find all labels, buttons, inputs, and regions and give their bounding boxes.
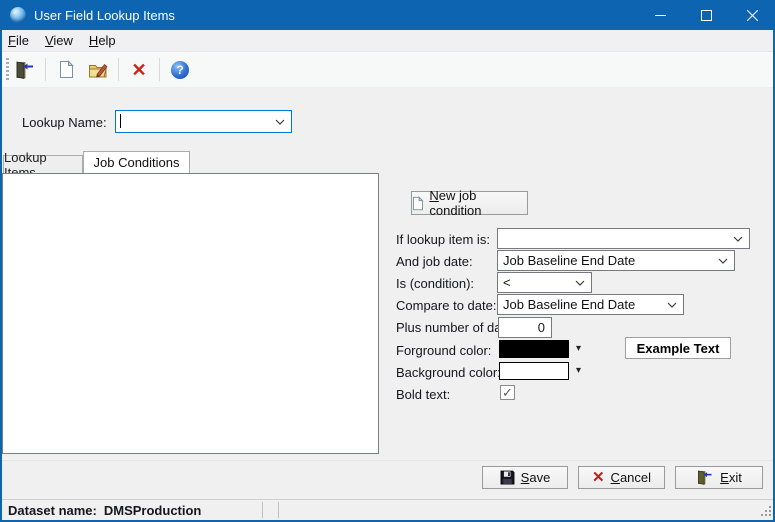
condition-value: < [503,275,511,290]
foreground-color-dropdown[interactable]: ▾ [571,340,586,358]
job-date-label: And job date: [396,254,473,269]
compare-date-combobox[interactable]: Job Baseline End Date [497,294,684,315]
exit-door-icon [696,469,714,486]
help-icon: ? [171,61,189,79]
days-value: 0 [538,320,545,335]
check-icon: ✓ [502,386,513,399]
save-button[interactable]: Save [482,466,568,489]
close-icon [747,10,758,21]
cancel-button[interactable]: ✕ Cancel [578,466,665,489]
toolbar-separator [45,58,46,81]
statusbar-separator [278,502,279,518]
toolbar: ✕ ? [0,52,775,88]
menubar: File View Help [0,30,775,52]
dropdown-arrow-icon: ▾ [576,365,581,376]
toolbar-new-button[interactable] [51,56,81,84]
maximize-button[interactable] [683,0,729,30]
statusbar-separator [262,502,263,518]
dataset-status: Dataset name: DMSProduction [8,503,201,518]
compare-date-value: Job Baseline End Date [503,297,635,312]
foreground-color-swatch[interactable] [499,340,569,358]
window-title: User Field Lookup Items [34,8,175,23]
job-conditions-listbox[interactable] [2,173,379,454]
cancel-x-icon: ✕ [592,470,605,485]
new-job-condition-button[interactable]: New job condition [411,191,528,215]
chevron-down-icon [667,302,677,308]
compare-date-label: Compare to date: [396,298,496,313]
new-document-icon [58,60,74,79]
chevron-down-icon [575,280,585,286]
example-text-preview: Example Text [625,337,731,359]
statusbar: Dataset name: DMSProduction [0,499,775,520]
job-date-value: Job Baseline End Date [503,253,635,268]
menu-view[interactable]: View [37,30,81,51]
resize-grip-icon[interactable] [759,504,771,516]
toolbar-separator [159,58,160,81]
close-button[interactable] [729,0,775,30]
app-icon [10,7,26,23]
chevron-down-icon [718,258,728,264]
lookup-item-combobox[interactable] [497,228,750,249]
delete-x-icon: ✕ [131,61,146,79]
window-controls [637,0,775,30]
text-caret [120,114,121,128]
chevron-down-icon [275,119,285,125]
job-date-combobox[interactable]: Job Baseline End Date [497,250,735,271]
background-color-dropdown[interactable]: ▾ [571,362,586,380]
menu-file[interactable]: File [0,30,37,51]
condition-label: Is (condition): [396,276,474,291]
lookup-name-combobox[interactable] [115,110,292,133]
condition-combobox[interactable]: < [497,272,592,293]
foreground-color-label: Forground color: [396,343,491,358]
toolbar-separator [118,58,119,81]
toolbar-grip[interactable] [6,58,9,82]
background-color-swatch[interactable] [499,362,569,380]
toolbar-open-button[interactable] [83,56,113,84]
maximize-icon [701,10,712,21]
open-folder-edit-icon [88,61,109,79]
exit-button[interactable]: Exit [675,466,763,489]
minimize-button[interactable] [637,0,683,30]
lookup-item-label: If lookup item is: [396,232,490,247]
bold-text-label: Bold text: [396,387,450,402]
new-document-icon [412,196,423,211]
toolbar-help-button[interactable]: ? [165,56,195,84]
dropdown-arrow-icon: ▾ [576,343,581,354]
minimize-icon [655,10,666,21]
toolbar-delete-button[interactable]: ✕ [124,56,154,84]
save-floppy-icon [500,470,515,485]
tab-lookup-items[interactable]: Lookup Items [3,155,83,173]
tab-job-conditions[interactable]: Job Conditions [83,151,190,173]
titlebar: User Field Lookup Items [0,0,775,30]
lookup-name-label: Lookup Name: [22,115,107,130]
background-color-label: Background color: [396,365,501,380]
footer-divider [0,460,775,461]
menu-help[interactable]: Help [81,30,124,51]
days-input[interactable]: 0 [498,317,552,338]
bold-text-checkbox[interactable]: ✓ [500,385,515,400]
chevron-down-icon [733,236,743,242]
toolbar-exit-button[interactable] [10,56,40,84]
exit-door-icon [14,60,36,80]
dataset-label: Dataset name: [8,503,97,518]
app-window: User Field Lookup Items File View Help [0,0,775,522]
dataset-value: DMSProduction [104,503,202,518]
